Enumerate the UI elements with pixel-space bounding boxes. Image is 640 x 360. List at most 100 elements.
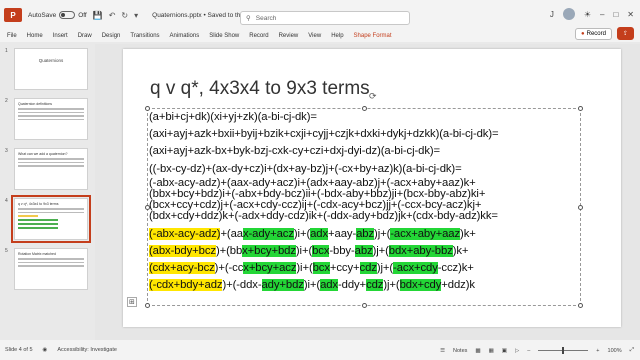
autosave-label: AutoSave bbox=[28, 11, 57, 19]
slide-thumbnail[interactable]: What can we add a quaternion? bbox=[14, 148, 88, 190]
slide-thumbnail[interactable]: Quaternion definitions bbox=[14, 98, 88, 140]
highlighted-term: adx bbox=[320, 279, 338, 292]
redo-icon[interactable]: ↻ bbox=[121, 11, 128, 20]
tab-record[interactable]: Record bbox=[249, 33, 268, 39]
layout-options-icon[interactable]: ⊞ bbox=[127, 297, 137, 307]
slide-thumbnail-selected[interactable]: q v q*, 4x3x4 to 9x3 terms bbox=[11, 195, 91, 243]
highlighted-term: (abx-bdy+bcz bbox=[149, 244, 216, 257]
tab-insert[interactable]: Insert bbox=[53, 33, 68, 39]
maximize-icon[interactable]: □ bbox=[613, 10, 618, 19]
accessibility-status[interactable]: Accessibility: Investigate bbox=[57, 347, 117, 353]
fit-slide-icon[interactable]: ⤢ bbox=[630, 347, 634, 354]
rotate-handle-icon[interactable]: ⟳ bbox=[369, 91, 377, 102]
normal-view-icon[interactable]: ▩ bbox=[475, 348, 480, 354]
search-input[interactable]: Search bbox=[256, 15, 277, 22]
equation-line: (axi+ayj+azk+bxii+byij+bzik+cxji+cyjj+cz… bbox=[149, 128, 499, 141]
highlighted-term: ady+bdz bbox=[261, 279, 304, 292]
thumbnail-number: 2 bbox=[5, 98, 8, 104]
reading-view-icon[interactable]: ▣ bbox=[502, 348, 507, 354]
tab-shape-format[interactable]: Shape Format bbox=[354, 33, 392, 39]
close-icon[interactable]: ✕ bbox=[627, 10, 634, 19]
thumbnail-title: Quaternions bbox=[38, 58, 64, 63]
equation-line: (bdx+cdy+ddz)k+(-adx+ddy-cdz)ik+(-ddx-ad… bbox=[149, 209, 498, 222]
highlighted-term: x+bcy+bdz bbox=[242, 244, 296, 257]
slide-body-text[interactable]: (a+bi+cj+dk)(xi+yj+zk)(a-bi-cj-dk)= (axi… bbox=[149, 109, 589, 295]
tab-home[interactable]: Home bbox=[27, 33, 43, 39]
zoom-slider[interactable] bbox=[538, 347, 589, 354]
thumbnail-row[interactable]: 2 Quaternion definitions bbox=[0, 98, 95, 142]
slide-canvas[interactable]: q v q*, 4x3x4 to 9x3 terms ⟳ (a+bi+cj+dk… bbox=[123, 49, 621, 327]
slideshow-icon[interactable]: ▷ bbox=[515, 348, 519, 354]
tab-help[interactable]: Help bbox=[331, 33, 343, 39]
equation-term: )k+ bbox=[460, 227, 476, 240]
search-box[interactable]: ⚲ Search bbox=[240, 11, 410, 25]
thumbnail-row[interactable]: 5 Rotation Matrix matched bbox=[0, 248, 95, 292]
autosave-toggle[interactable] bbox=[59, 11, 76, 19]
notes-button[interactable]: Notes bbox=[453, 348, 467, 354]
highlighted-term: x-ady+acz bbox=[242, 227, 294, 240]
slide-thumbnail[interactable]: Rotation Matrix matched bbox=[14, 248, 88, 290]
highlighted-term: (-abx-acy-a bbox=[149, 227, 206, 240]
highlighted-term: (-cdx+bdy+adz bbox=[149, 279, 223, 292]
thumbnail-title: q v q*, 4x3x4 to 9x3 terms bbox=[18, 202, 59, 206]
status-bar: Slide 4 of 5 ◉ Accessibility: Investigat… bbox=[0, 340, 640, 360]
tab-design[interactable]: Design bbox=[102, 33, 121, 39]
slide-title[interactable]: q v q*, 4x3x4 to 9x3 terms bbox=[150, 78, 370, 100]
highlighted-term: adx bbox=[310, 227, 329, 240]
avatar[interactable] bbox=[562, 8, 575, 20]
thumbnail-title: Quaternion definitions bbox=[18, 102, 53, 106]
window-controls: J ☀ – □ ✕ bbox=[550, 8, 640, 20]
tab-file[interactable]: File bbox=[7, 33, 17, 39]
highlighted-term: bcx bbox=[312, 244, 330, 257]
resize-handle[interactable] bbox=[145, 303, 150, 308]
equation-term: )+(bb bbox=[215, 244, 243, 257]
highlighted-equation-line: (-cdx+bdy+adz)+(-ddx-ady+bdz)i+(adx-ddy+… bbox=[149, 277, 589, 294]
powerpoint-logo: P bbox=[4, 8, 22, 22]
thumbnail-lines bbox=[18, 108, 84, 120]
record-button[interactable]: ● Record bbox=[575, 27, 612, 40]
tab-slide-show[interactable]: Slide Show bbox=[209, 33, 239, 39]
thumbnail-title: Rotation Matrix matched bbox=[18, 252, 56, 256]
resize-handle[interactable] bbox=[578, 303, 583, 308]
lightbulb-icon[interactable]: ☀ bbox=[584, 10, 591, 19]
share-button[interactable]: ⇪ bbox=[616, 27, 634, 40]
ribbon-tabs: File Home Insert Draw Design Transitions… bbox=[0, 30, 640, 42]
slide-thumbnail[interactable]: Quaternions bbox=[14, 48, 88, 90]
slide-counter: Slide 4 of 5 bbox=[5, 347, 33, 353]
tab-animations[interactable]: Animations bbox=[170, 33, 200, 39]
equation-line: (axi+ayj+azk-bx+byk-bzj-cxk-cy+czi+dxj-d… bbox=[149, 145, 441, 158]
tab-review[interactable]: Review bbox=[279, 33, 299, 39]
accessibility-icon: ◉ bbox=[42, 347, 48, 353]
highlighted-term: (cdx+acy-bcz bbox=[149, 262, 215, 275]
zoom-level[interactable]: 100% bbox=[608, 348, 622, 354]
equation-term: +ccy+ bbox=[329, 262, 360, 275]
zoom-out-icon[interactable]: – bbox=[527, 348, 530, 354]
minimize-icon[interactable]: – bbox=[600, 10, 604, 19]
highlighted-term: bdx+cdy bbox=[399, 279, 442, 292]
save-icon[interactable]: 💾 bbox=[93, 11, 103, 20]
autosave-control[interactable]: AutoSave Off bbox=[28, 11, 87, 19]
equation-term: )i+( bbox=[293, 227, 311, 240]
thumbnail-row[interactable]: 3 What can we add a quaternion? bbox=[0, 148, 95, 192]
quick-access-icon[interactable]: ▾ bbox=[134, 11, 138, 20]
thumbnail-row[interactable]: 1 Quaternions bbox=[0, 48, 95, 92]
tab-draw[interactable]: Draw bbox=[78, 33, 92, 39]
user-initials[interactable]: J bbox=[550, 10, 554, 19]
resize-handle[interactable] bbox=[362, 303, 367, 308]
thumbnail-lines bbox=[18, 258, 84, 267]
equation-term: )+(-cc bbox=[214, 262, 244, 275]
tab-view[interactable]: View bbox=[308, 33, 321, 39]
thumbnail-number: 1 bbox=[5, 48, 8, 54]
tab-transitions[interactable]: Transitions bbox=[130, 33, 159, 39]
slide-editor: q v q*, 4x3x4 to 9x3 terms ⟳ (a+bi+cj+dk… bbox=[95, 44, 640, 340]
thumbnail-number: 4 bbox=[5, 198, 8, 204]
highlighted-equation-line: (cdx+acy-bcz)+(-ccx+bcy+acz)i+(bcx+ccy+c… bbox=[149, 260, 589, 277]
equation-term: )j+( bbox=[376, 262, 394, 275]
thumbnail-row[interactable]: 4 q v q*, 4x3x4 to 9x3 terms bbox=[0, 195, 95, 243]
highlighted-term: bdx+aby-bbz bbox=[388, 244, 453, 257]
notes-icon: ☰ bbox=[440, 347, 446, 354]
highlighted-term: x+bcy+acz bbox=[243, 262, 297, 275]
zoom-in-icon[interactable]: + bbox=[596, 348, 599, 354]
undo-icon[interactable]: ↶ bbox=[109, 11, 116, 20]
slide-sorter-icon[interactable]: ▦ bbox=[489, 348, 494, 354]
